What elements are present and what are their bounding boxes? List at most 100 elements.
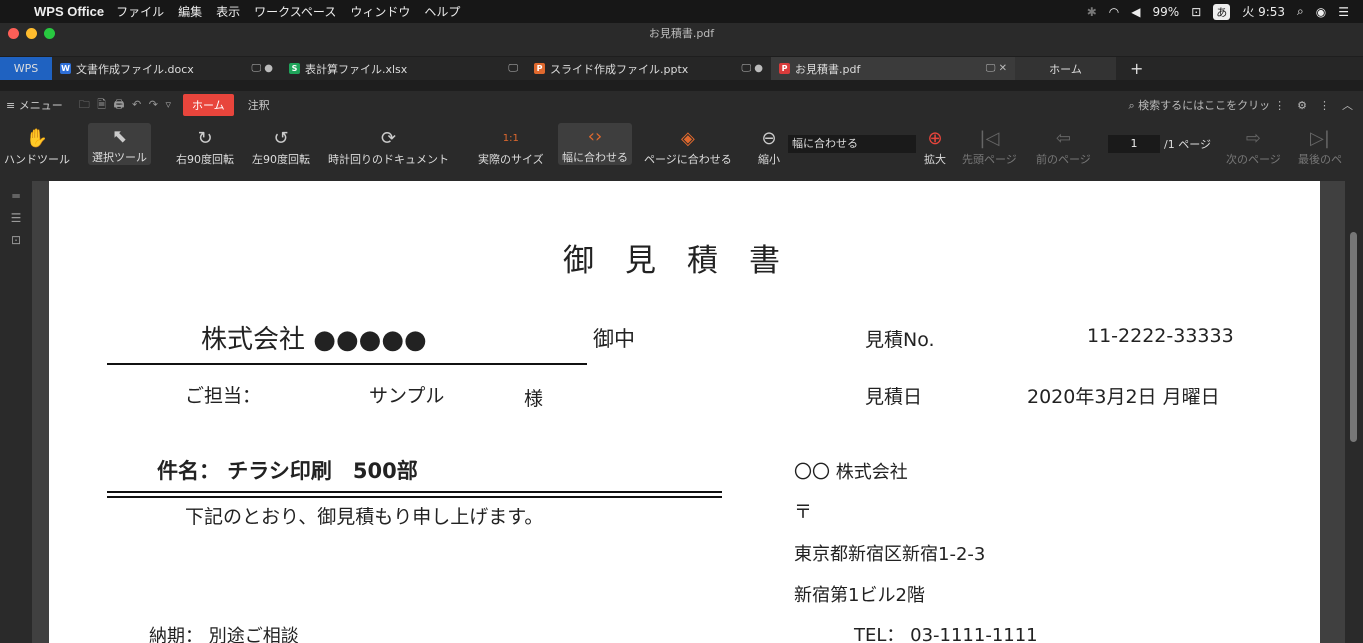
pdf-icon: P: [779, 63, 790, 74]
left-sidebar: ═ ☰ ⊡: [0, 181, 32, 643]
search-box[interactable]: ⌕ 検索するにはここをクリッ: [1128, 97, 1270, 113]
next-page-icon: ⇨: [1245, 127, 1261, 149]
issuer-address-2: 新宿第1ビル2階: [794, 585, 925, 606]
first-page-label: 先頭ページ: [962, 153, 1017, 166]
actual-size-icon: 1:1: [502, 132, 519, 144]
tab-label: 文書作成ファイル.docx: [76, 62, 194, 76]
tab-pptx[interactable]: P スライド作成ファイル.pptx 🖵 ●: [526, 57, 771, 80]
zoom-out-icon: ⊖: [761, 127, 777, 149]
clock[interactable]: 火 9:53: [1242, 3, 1285, 20]
hand-tool-button[interactable]: ✋ ハンドツール: [4, 125, 70, 167]
wifi-icon[interactable]: ◠: [1109, 5, 1119, 19]
app-menu[interactable]: WPS Office: [34, 4, 104, 19]
quote-date-label: 見積日: [865, 386, 923, 408]
rotate-right-icon: ↻: [197, 127, 213, 149]
settings-icon[interactable]: ⚙: [1297, 99, 1307, 112]
main-menu-button[interactable]: ≡ メニュー: [6, 97, 63, 113]
pdf-page: 御 見 積 書 株式会社 ●●●●● 御中 見積No. 11-2222-3333…: [49, 181, 1320, 643]
battery-icon[interactable]: ⊡: [1191, 5, 1201, 19]
scrollbar-thumb[interactable]: [1350, 232, 1357, 442]
rotate-document-button[interactable]: ⟳ 時計回りのドキュメント: [328, 125, 449, 167]
subject-rule-bottom: [107, 496, 722, 498]
issuer-company: 〇〇 株式会社: [794, 462, 908, 483]
tab-bar: WPS W 文書作成ファイル.docx 🖵 ● S 表計算ファイル.xlsx 🖵…: [0, 57, 1363, 80]
hand-icon: ✋: [25, 127, 49, 149]
menu-workspace[interactable]: ワークスペース: [254, 3, 336, 20]
menu-edit[interactable]: 編集: [178, 3, 202, 20]
rotate-right-button[interactable]: ↻ 右90度回転: [176, 125, 234, 167]
outline-icon[interactable]: ☰: [0, 211, 32, 225]
quote-date: 2020年3月2日 月曜日: [1027, 386, 1220, 408]
tab-ribbon-annotate[interactable]: 注釈: [248, 97, 270, 113]
zoom-out-label: 縮小: [758, 153, 780, 166]
menu-file[interactable]: ファイル: [116, 3, 164, 20]
zoom-select[interactable]: 幅に合わせる: [788, 135, 916, 153]
quote-no: 11-2222-33333: [1087, 325, 1234, 347]
last-page-button[interactable]: ▷| 最後のペ: [1298, 125, 1342, 167]
sheet-icon: S: [289, 63, 300, 74]
tab-docx[interactable]: W 文書作成ファイル.docx 🖵 ●: [52, 57, 281, 80]
first-page-button[interactable]: |◁ 先頭ページ: [962, 125, 1017, 167]
battery-percent: 99%: [1152, 4, 1180, 19]
subject-rule-top: [107, 491, 722, 493]
zoom-in-button[interactable]: ⊕ 拡大: [924, 125, 946, 167]
fit-width-button[interactable]: ‹› 幅に合わせる: [558, 123, 632, 165]
rotate-document-icon: ⟳: [380, 127, 397, 149]
fit-width-label: 幅に合わせる: [562, 151, 628, 164]
prev-page-icon: ⇦: [1055, 127, 1071, 149]
slide-icon: P: [534, 63, 545, 74]
intro-text: 下記のとおり、御見積もり申し上げます。: [185, 506, 544, 528]
tab-close-icons[interactable]: 🖵 ✕: [986, 63, 1007, 74]
tab-status-icons[interactable]: 🖵: [508, 63, 518, 74]
zoom-in-icon: ⊕: [927, 127, 943, 149]
menu-help[interactable]: ヘルプ: [424, 3, 460, 20]
mac-menu-bar: WPS Office ファイル 編集 表示 ワークスペース ウィンドウ ヘルプ …: [0, 0, 1363, 23]
more-options-icon[interactable]: ⋮: [1319, 99, 1330, 112]
tab-label: スライド作成ファイル.pptx: [550, 62, 689, 76]
more-icon[interactable]: ⋮: [1274, 99, 1285, 112]
siri-icon[interactable]: ◉: [1316, 5, 1326, 19]
contact-name: サンプル: [369, 385, 445, 407]
hand-tool-label: ハンドツール: [4, 153, 70, 166]
prev-page-button[interactable]: ⇦ 前のページ: [1036, 125, 1091, 167]
bluetooth-icon[interactable]: ✱: [1087, 5, 1097, 19]
quick-access-icons[interactable]: 🗀 🗎 🖨 ↶ ↷ ▿: [79, 96, 173, 115]
next-page-button[interactable]: ⇨ 次のページ: [1226, 125, 1281, 167]
thumbnails-icon[interactable]: ═: [0, 189, 32, 203]
volume-icon[interactable]: ◀: [1131, 5, 1140, 19]
tab-label: WPS: [13, 62, 39, 75]
tab-wps[interactable]: WPS: [0, 57, 52, 80]
menu-view[interactable]: 表示: [216, 3, 240, 20]
image-icon[interactable]: ⊡: [0, 233, 32, 247]
select-tool-button[interactable]: ⬉ 選択ツール: [88, 123, 151, 165]
menu-window[interactable]: ウィンドウ: [350, 3, 410, 20]
window-title: お見積書.pdf: [648, 27, 715, 40]
page-number-input[interactable]: 1: [1108, 135, 1160, 153]
tab-ribbon-home[interactable]: ホーム: [183, 94, 234, 116]
new-tab-button[interactable]: +: [1116, 57, 1143, 80]
input-method-icon[interactable]: あ: [1213, 3, 1231, 20]
actual-size-button[interactable]: 1:1 実際のサイズ: [478, 125, 544, 167]
fit-page-button[interactable]: ◈ ページに合わせる: [644, 125, 732, 167]
spotlight-icon[interactable]: ⌕: [1297, 4, 1304, 19]
rotate-left-label: 左90度回転: [252, 153, 310, 166]
tab-status-icons[interactable]: 🖵 ●: [251, 63, 273, 74]
control-center-icon[interactable]: ☰: [1338, 5, 1349, 19]
tab-home[interactable]: ホーム: [1015, 57, 1116, 80]
zoom-in-label: 拡大: [924, 153, 946, 166]
zoom-out-button[interactable]: ⊖ 縮小: [758, 125, 780, 167]
window-title-bar: お見積書.pdf: [0, 23, 1363, 56]
issuer-postal: 〒: [794, 502, 812, 523]
actual-size-label: 実際のサイズ: [478, 153, 544, 166]
toolbar-right: ⌕ 検索するにはここをクリッ ⋮ ⚙ ⋮ ︿: [1128, 91, 1353, 119]
rotate-right-label: 右90度回転: [176, 153, 234, 166]
tab-status-icons[interactable]: 🖵 ●: [741, 63, 763, 74]
rotate-left-button[interactable]: ↺ 左90度回転: [252, 125, 310, 167]
subject: 件名： チラシ印刷 500部: [157, 459, 418, 483]
tab-pdf[interactable]: P お見積書.pdf 🖵 ✕: [771, 57, 1015, 80]
right-gutter: [1320, 181, 1345, 643]
tab-xlsx[interactable]: S 表計算ファイル.xlsx 🖵: [281, 57, 526, 80]
tab-label: 表計算ファイル.xlsx: [305, 62, 408, 76]
collapse-ribbon-icon[interactable]: ︿: [1342, 97, 1353, 113]
tab-label: ホーム: [1049, 62, 1082, 76]
